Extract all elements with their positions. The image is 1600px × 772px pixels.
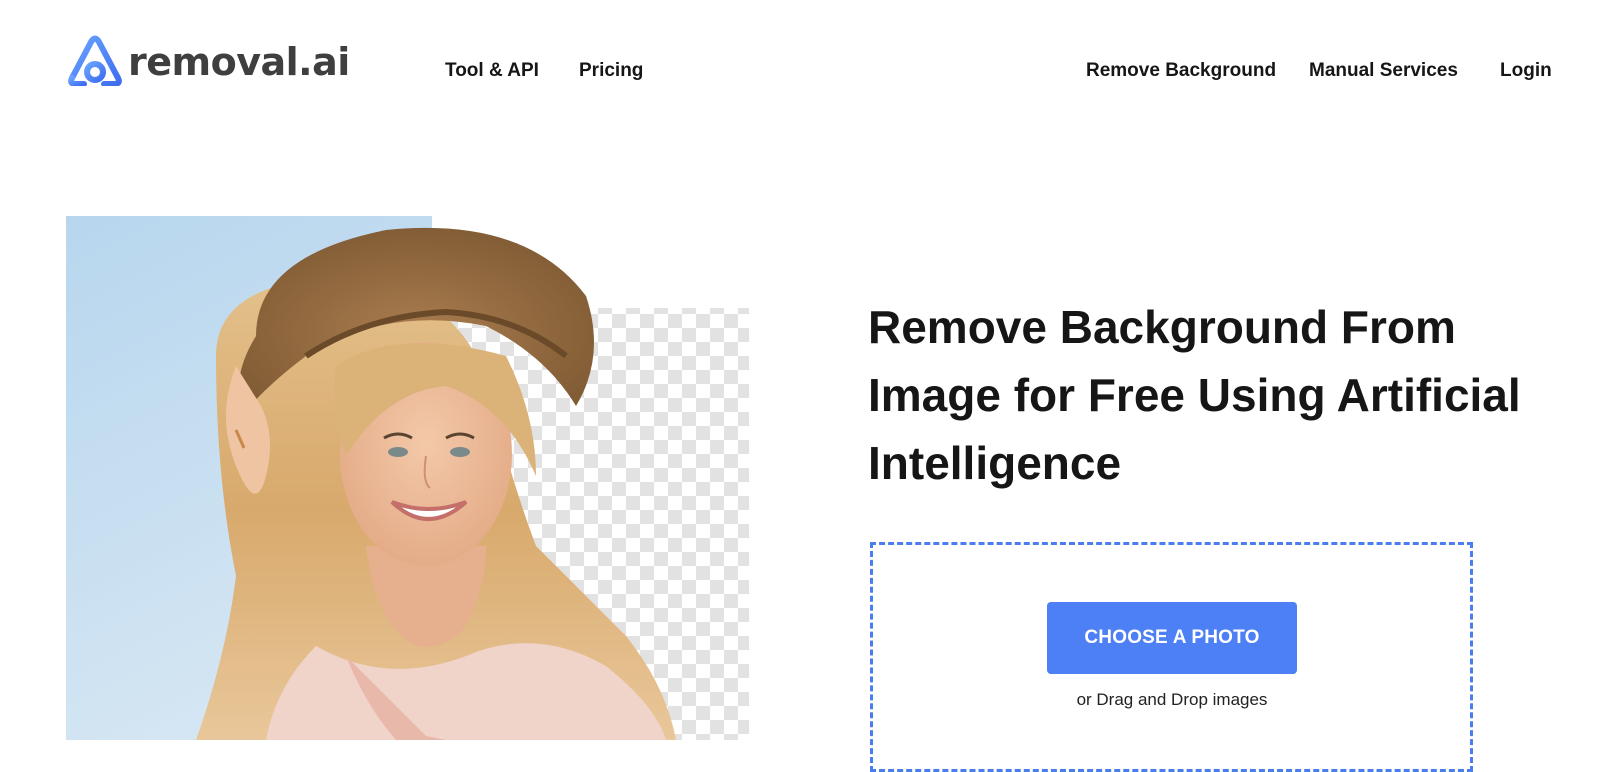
hero-image <box>66 216 749 740</box>
logo[interactable]: removal.ai <box>66 34 350 86</box>
nav-tool-api[interactable]: Tool & API <box>445 60 539 82</box>
drag-drop-hint: or Drag and Drop images <box>1076 690 1268 709</box>
nav-manual-services[interactable]: Manual Services <box>1309 60 1458 82</box>
logo-wordmark: removal.ai <box>128 40 350 84</box>
logo-mark-icon <box>68 35 122 86</box>
site-header: removal.ai Tool & API Pricing Remove Bac… <box>0 0 1600 140</box>
hero-title: Remove Background From Image for Free Us… <box>868 301 1521 489</box>
nav-pricing[interactable]: Pricing <box>579 60 643 82</box>
nav-remove-background[interactable]: Remove Background <box>1086 60 1276 82</box>
nav-login[interactable]: Login <box>1500 60 1552 82</box>
choose-photo-button[interactable]: CHOOSE A PHOTO <box>1047 602 1297 674</box>
